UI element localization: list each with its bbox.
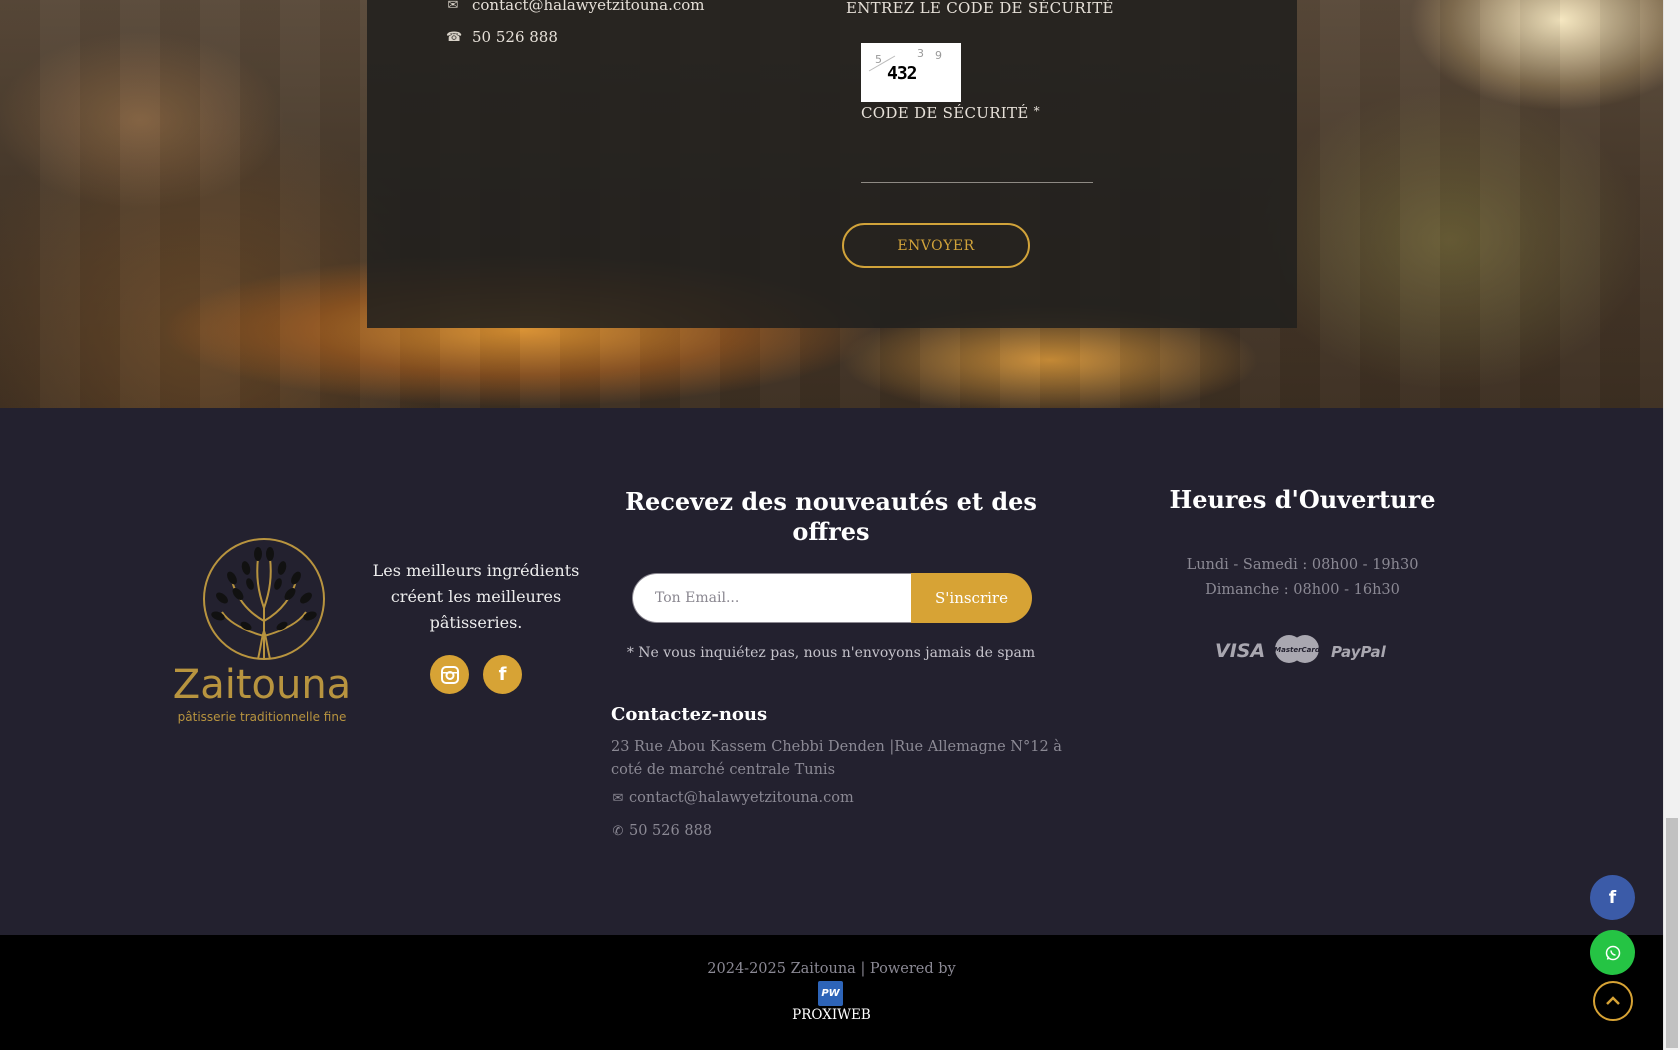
facebook-icon: f [498, 664, 507, 685]
footer-phone-row[interactable]: ✆ 50 526 888 [611, 823, 712, 839]
brand-subtitle: pâtisserie traditionnelle fine [178, 710, 347, 724]
svg-text:MasterCard: MasterCard [1274, 646, 1320, 654]
contact-section: ✉ contact@halawyetzitouna.com ☎ 50 526 8… [0, 0, 1663, 408]
contact-form-panel: ✉ contact@halawyetzitouna.com ☎ 50 526 8… [367, 0, 1297, 328]
hours-title: Heures d'Ouverture [1169, 485, 1436, 514]
contact-phone-text: 50 526 888 [472, 28, 558, 46]
instagram-button[interactable] [430, 655, 469, 694]
contact-email-row: ✉ contact@halawyetzitouna.com [446, 0, 705, 14]
proxiweb-name: PROXIWEB [792, 1007, 871, 1023]
copyright-text: 2024-2025 Zaitouna | Powered by [707, 961, 956, 977]
security-code-label: CODE DE SÉCURITÉ * [861, 104, 1040, 122]
facebook-button[interactable]: f [483, 655, 522, 694]
contact-address: 23 Rue Abou Kassem Chebbi Denden |Rue Al… [611, 739, 1062, 778]
subscribe-button[interactable]: S'inscrire [911, 573, 1032, 623]
security-code-label-text: CODE DE SÉCURITÉ [861, 104, 1029, 122]
envelope-icon: ✉ [447, 0, 459, 13]
tagline: Les meilleurs ingrédients créent les mei… [372, 561, 580, 632]
newsletter-note: * Ne vous inquiétez pas, nous n'envoyons… [626, 645, 1036, 661]
copyright-bar: 2024-2025 Zaitouna | Powered by PW PROXI… [0, 935, 1663, 1050]
footer-email-row[interactable]: ✉ contact@halawyetzitouna.com [611, 790, 854, 806]
phone-icon: ☎ [446, 29, 463, 45]
captcha-noise: 3 [917, 47, 924, 60]
footer-email-text: contact@halawyetzitouna.com [629, 790, 854, 806]
newsletter-title: Recevez des nouveautés et des offres [625, 487, 1037, 546]
proxiweb-logo[interactable]: PW [818, 981, 843, 1006]
footer: Zaitouna pâtisserie traditionnelle fine … [0, 408, 1663, 935]
contact-title: Contactez-nous [611, 704, 768, 725]
hours-weekdays: Lundi - Samedi : 08h00 - 19h30 [1186, 557, 1419, 573]
zaitouna-logo[interactable]: Zaitouna pâtisserie traditionnelle fine [166, 536, 358, 736]
scroll-to-top-button[interactable] [1593, 981, 1633, 1021]
floating-whatsapp-button[interactable] [1590, 930, 1635, 975]
brand-name: Zaitouna [173, 662, 351, 708]
required-mark: * [1033, 104, 1040, 118]
page-scrollbar[interactable] [1663, 0, 1680, 1050]
paypal-icon: PayPal [1331, 643, 1386, 661]
hours-sunday: Dimanche : 08h00 - 16h30 [1205, 582, 1400, 598]
olive-tree-icon: Zaitouna pâtisserie traditionnelle fine [173, 538, 351, 724]
chevron-up-icon [1606, 996, 1620, 1005]
whatsapp-icon [1605, 945, 1620, 960]
facebook-icon: f [1608, 887, 1617, 908]
captcha-noise: 9 [935, 49, 942, 62]
footer-phone-text: 50 526 888 [629, 823, 713, 839]
floating-facebook-button[interactable]: f [1590, 875, 1635, 920]
phone-icon: ✆ [612, 823, 624, 839]
newsletter-email-input[interactable] [632, 573, 922, 623]
captcha-noise: 5 [875, 53, 882, 66]
newsletter-form: S'inscrire [632, 573, 1032, 623]
instagram-icon [440, 665, 459, 684]
scrollbar-thumb[interactable] [1666, 818, 1678, 1048]
security-code-input[interactable] [861, 145, 1093, 183]
captcha-heading: ENTREZ LE CODE DE SÉCURITÉ [846, 0, 1114, 17]
contact-email-text: contact@halawyetzitouna.com [472, 0, 705, 14]
captcha-code: 432 [887, 63, 917, 84]
envelope-icon: ✉ [612, 790, 624, 806]
visa-icon: VISA [1215, 640, 1266, 662]
captcha-image: 5 3 9 432 [861, 43, 961, 102]
send-button[interactable]: ENVOYER [842, 223, 1030, 268]
mastercard-icon: MasterCard [1274, 634, 1321, 664]
contact-phone-row: ☎ 50 526 888 [446, 28, 558, 46]
